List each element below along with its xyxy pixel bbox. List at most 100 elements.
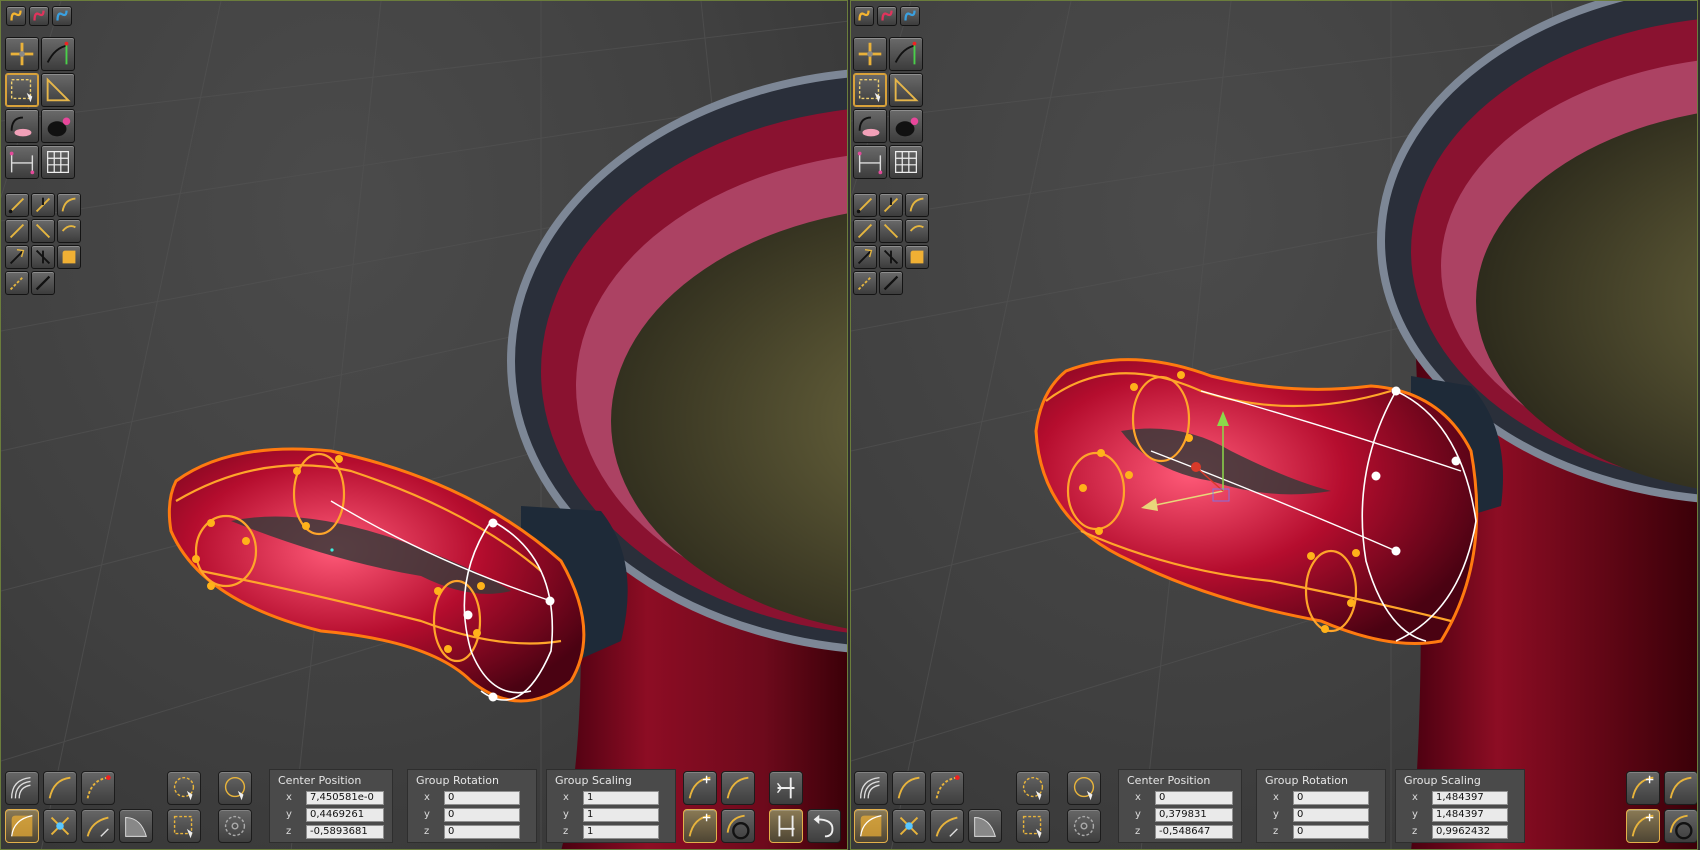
sweep-icon[interactable] bbox=[43, 771, 77, 805]
snap-icon[interactable] bbox=[43, 809, 77, 843]
curve-tool-4-icon[interactable] bbox=[5, 219, 29, 243]
shell-icon[interactable] bbox=[119, 809, 153, 843]
top-tool-1-icon[interactable] bbox=[854, 6, 874, 26]
curve-attach-icon[interactable] bbox=[683, 771, 717, 805]
curve-tool-1-icon[interactable] bbox=[853, 193, 877, 217]
fillet-icon[interactable] bbox=[5, 809, 39, 843]
curve-tool-7-icon[interactable] bbox=[853, 245, 877, 269]
curve-extend-icon[interactable] bbox=[1626, 809, 1660, 843]
curve-tool-4-icon[interactable] bbox=[853, 219, 877, 243]
rotation-x-field[interactable]: 0 bbox=[444, 790, 520, 805]
curve-attach-icon[interactable] bbox=[1626, 771, 1660, 805]
surface-tool-icon[interactable] bbox=[57, 245, 81, 269]
curve-freeform-icon[interactable] bbox=[1664, 771, 1697, 805]
curve-tool-6-icon[interactable] bbox=[905, 219, 929, 243]
loft-icon[interactable] bbox=[854, 771, 888, 805]
brush-mask-icon[interactable] bbox=[889, 109, 923, 143]
curve-tool-2-icon[interactable] bbox=[879, 193, 903, 217]
rect-select-icon[interactable] bbox=[167, 809, 201, 843]
move-icon[interactable] bbox=[5, 37, 39, 71]
select-region-icon[interactable] bbox=[853, 73, 887, 107]
curve-tool-3-icon[interactable] bbox=[905, 193, 929, 217]
center-z-field[interactable]: -0,548647 bbox=[1155, 824, 1233, 839]
measure-icon[interactable] bbox=[889, 73, 923, 107]
align-axis-icon[interactable] bbox=[769, 771, 803, 805]
measure-icon[interactable] bbox=[41, 73, 75, 107]
grid-icon[interactable] bbox=[41, 145, 75, 179]
scaling-y-field[interactable]: 1,484397 bbox=[1432, 807, 1508, 822]
top-tool-1-icon[interactable] bbox=[6, 6, 26, 26]
lasso-select-icon[interactable] bbox=[218, 771, 252, 805]
curve-tool-9-icon[interactable] bbox=[5, 271, 29, 295]
align-edge-icon[interactable] bbox=[769, 809, 803, 843]
curve-tool-8-icon[interactable] bbox=[31, 245, 55, 269]
curve-tool-6-icon[interactable] bbox=[57, 219, 81, 243]
shell-icon[interactable] bbox=[968, 809, 1002, 843]
curve-tool-2-icon[interactable] bbox=[31, 193, 55, 217]
circle-select-icon[interactable] bbox=[1016, 771, 1050, 805]
select-region-icon[interactable] bbox=[5, 73, 39, 107]
rotation-y-field[interactable]: 0 bbox=[444, 807, 520, 822]
curve-tool-8-icon[interactable] bbox=[879, 245, 903, 269]
loft-icon[interactable] bbox=[5, 771, 39, 805]
rotate-curve-icon[interactable] bbox=[930, 809, 964, 843]
rotation-z-field[interactable]: 0 bbox=[1293, 824, 1369, 839]
center-y-field[interactable]: 0,4469261 bbox=[306, 807, 384, 822]
center-x-field[interactable]: 7,450581e-0 bbox=[306, 790, 384, 805]
lasso-icon[interactable] bbox=[853, 109, 887, 143]
grid-icon[interactable] bbox=[889, 145, 923, 179]
top-tool-3-icon[interactable] bbox=[900, 6, 920, 26]
curve-tool-1-icon[interactable] bbox=[5, 193, 29, 217]
top-tool-3-icon[interactable] bbox=[52, 6, 72, 26]
viewport-left[interactable]: Center Position x 7,450581e-0 y 0,4469261 … bbox=[0, 0, 848, 850]
sweep-icon[interactable] bbox=[892, 771, 926, 805]
curve-network-icon[interactable] bbox=[853, 145, 887, 179]
curve-edit-icon[interactable] bbox=[81, 771, 115, 805]
viewport-right[interactable]: Center Position x0 y 0,379831 z -0,548647 … bbox=[850, 0, 1698, 850]
ring-curve-icon[interactable] bbox=[721, 809, 755, 843]
scaling-y-field[interactable]: 1 bbox=[583, 807, 659, 822]
circle-select-icon[interactable] bbox=[167, 771, 201, 805]
scaling-x-field[interactable]: 1,484397 bbox=[1432, 790, 1508, 805]
rotate-curve-icon[interactable] bbox=[81, 809, 115, 843]
scaling-x-field[interactable]: 1 bbox=[583, 790, 659, 805]
curve-tool-7-icon[interactable] bbox=[5, 245, 29, 269]
curve-edit-icon[interactable] bbox=[930, 771, 964, 805]
center-x-field[interactable]: 0 bbox=[1155, 790, 1233, 805]
move-icon[interactable] bbox=[853, 37, 887, 71]
lasso-select-icon[interactable] bbox=[1067, 771, 1101, 805]
surface-tool-icon[interactable] bbox=[905, 245, 929, 269]
brush-mask-icon[interactable] bbox=[41, 109, 75, 143]
center-y-field[interactable]: 0,379831 bbox=[1155, 807, 1233, 822]
lasso-icon[interactable] bbox=[5, 109, 39, 143]
curve-extend-icon[interactable] bbox=[683, 809, 717, 843]
deselect-icon[interactable] bbox=[218, 809, 252, 843]
rotation-z-field[interactable]: 0 bbox=[444, 824, 520, 839]
curve-freeform-icon[interactable] bbox=[721, 771, 755, 805]
curve-tool-9-icon[interactable] bbox=[853, 271, 877, 295]
rect-select-icon[interactable] bbox=[1016, 809, 1050, 843]
top-tool-2-icon[interactable] bbox=[29, 6, 49, 26]
rotation-y-field[interactable]: 0 bbox=[1293, 807, 1369, 822]
center-z-field[interactable]: -0,5893681 bbox=[306, 824, 384, 839]
top-tool-2-icon[interactable] bbox=[877, 6, 897, 26]
scene-left[interactable] bbox=[1, 1, 848, 850]
curve-network-icon[interactable] bbox=[5, 145, 39, 179]
curve-tool-5-icon[interactable] bbox=[879, 219, 903, 243]
curve-tool-10-icon[interactable] bbox=[879, 271, 903, 295]
snap-icon[interactable] bbox=[892, 809, 926, 843]
scene-right[interactable] bbox=[851, 1, 1698, 850]
ring-curve-icon[interactable] bbox=[1664, 809, 1697, 843]
scaling-z-field[interactable]: 0,9962432 bbox=[1432, 824, 1508, 839]
curve-tool-3-icon[interactable] bbox=[57, 193, 81, 217]
rotation-x-field[interactable]: 0 bbox=[1293, 790, 1369, 805]
scaling-z-field[interactable]: 1 bbox=[583, 824, 659, 839]
fillet-icon[interactable] bbox=[854, 809, 888, 843]
handle-surface bbox=[167, 447, 586, 703]
curve-tool-10-icon[interactable] bbox=[31, 271, 55, 295]
curve-tool-5-icon[interactable] bbox=[31, 219, 55, 243]
curve-transform-icon[interactable] bbox=[889, 37, 923, 71]
curve-transform-icon[interactable] bbox=[41, 37, 75, 71]
deselect-icon[interactable] bbox=[1067, 809, 1101, 843]
undo-curve-icon[interactable] bbox=[807, 809, 841, 843]
